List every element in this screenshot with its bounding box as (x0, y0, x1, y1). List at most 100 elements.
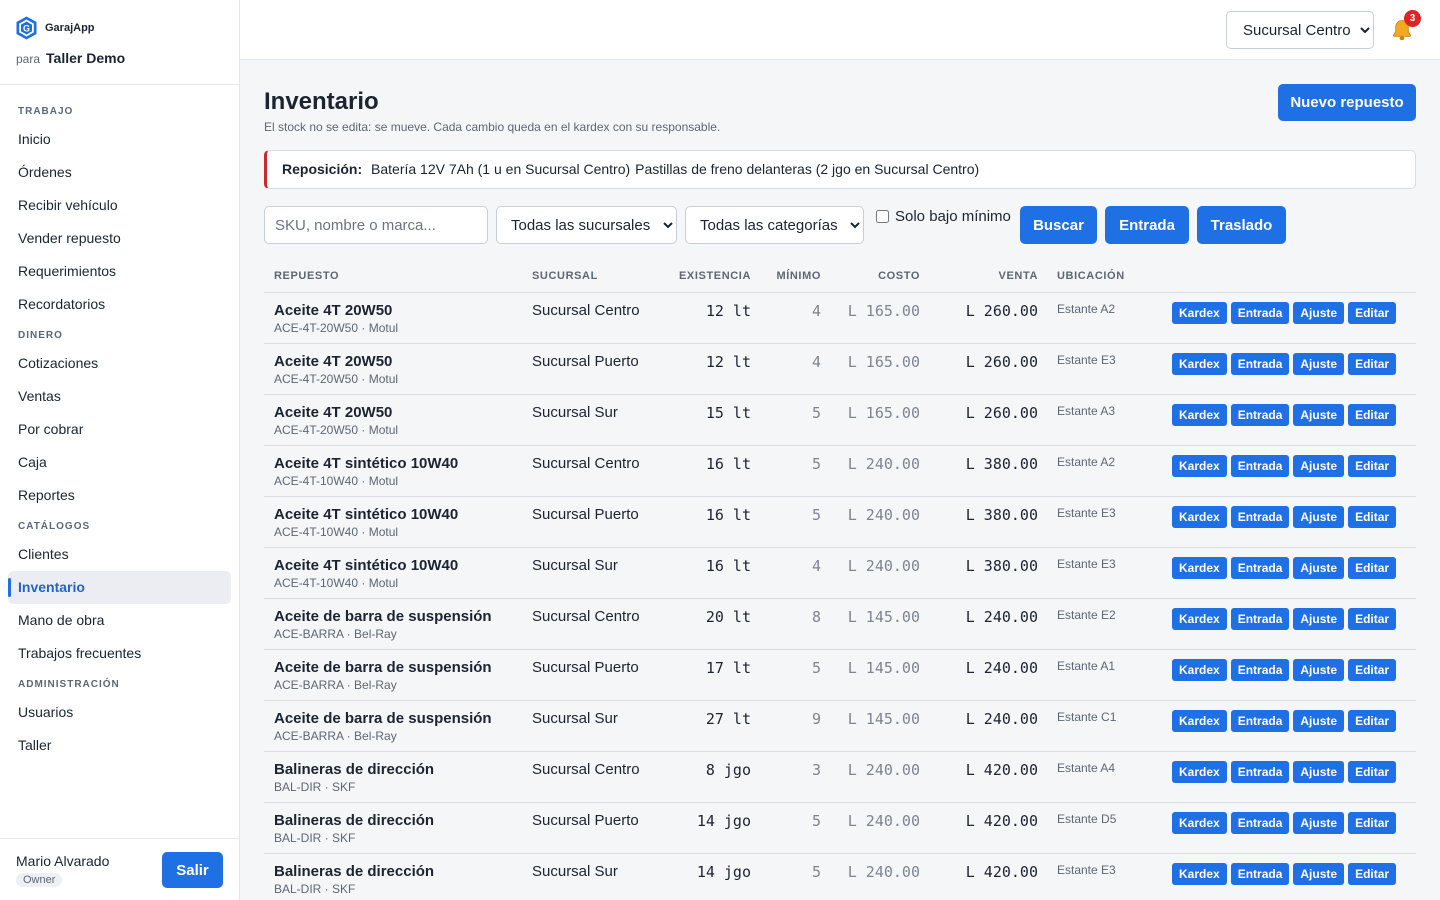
below-min-toggle[interactable]: Solo bajo mínimo (876, 208, 1011, 225)
part-sku: BAL-DIR · SKF (274, 780, 356, 794)
entry-button[interactable]: Entrada (1230, 302, 1290, 324)
adjust-button[interactable]: Ajuste (1293, 761, 1345, 783)
edit-button[interactable]: Editar (1348, 557, 1397, 579)
new-part-button[interactable]: Nuevo repuesto (1278, 84, 1416, 121)
edit-button[interactable]: Editar (1348, 659, 1397, 681)
sidebar-item[interactable]: Clientes (8, 538, 231, 571)
part-name: Aceite 4T 20W50 (274, 404, 393, 421)
kardex-button[interactable]: Kardex (1172, 659, 1227, 681)
adjust-button[interactable]: Ajuste (1293, 710, 1345, 732)
sidebar-item[interactable]: Vender repuesto (8, 222, 231, 255)
search-button[interactable]: Buscar (1020, 206, 1097, 244)
sidebar-item[interactable]: Ventas (8, 380, 231, 413)
sidebar-item[interactable]: Reportes (8, 479, 231, 512)
sidebar-item[interactable]: Trabajos frecuentes (8, 637, 231, 670)
edit-button[interactable]: Editar (1348, 404, 1397, 426)
stock-transfer-button[interactable]: Traslado (1197, 206, 1286, 244)
entry-button[interactable]: Entrada (1230, 404, 1290, 426)
kardex-button[interactable]: Kardex (1172, 710, 1227, 732)
kardex-button[interactable]: Kardex (1172, 455, 1227, 477)
edit-button[interactable]: Editar (1348, 761, 1397, 783)
stock-entry-button[interactable]: Entrada (1105, 206, 1189, 244)
adjust-button[interactable]: Ajuste (1293, 455, 1345, 477)
adjust-button[interactable]: Ajuste (1293, 557, 1345, 579)
table-row: Aceite 4T 20W50 ACE-4T-20W50 · Motul Sucur… (264, 395, 1416, 446)
kardex-button[interactable]: Kardex (1172, 506, 1227, 528)
part-cost: L 165.00 (847, 353, 920, 371)
kardex-button[interactable]: Kardex (1172, 761, 1227, 783)
entry-button[interactable]: Entrada (1230, 659, 1290, 681)
kardex-button[interactable]: Kardex (1172, 302, 1227, 324)
edit-button[interactable]: Editar (1348, 710, 1397, 732)
entry-button[interactable]: Entrada (1230, 353, 1290, 375)
restock-alert-item: Pastillas de freno delanteras (2 jgo en … (635, 161, 980, 177)
kardex-button[interactable]: Kardex (1172, 353, 1227, 375)
sidebar-item[interactable]: Caja (8, 446, 231, 479)
part-cost: L 145.00 (847, 608, 920, 626)
adjust-button[interactable]: Ajuste (1293, 404, 1345, 426)
brand-taller-name: Taller Demo (46, 50, 126, 66)
part-price: L 260.00 (965, 353, 1038, 371)
adjust-button[interactable]: Ajuste (1293, 608, 1345, 630)
sidebar-item[interactable]: Inventario (8, 571, 231, 604)
part-cost: L 240.00 (847, 761, 920, 779)
entry-button[interactable]: Entrada (1230, 455, 1290, 477)
entry-button[interactable]: Entrada (1230, 710, 1290, 732)
adjust-button[interactable]: Ajuste (1293, 353, 1345, 375)
edit-button[interactable]: Editar (1348, 812, 1397, 834)
part-location: Estante A3 (1057, 404, 1116, 418)
adjust-button[interactable]: Ajuste (1293, 506, 1345, 528)
kardex-button[interactable]: Kardex (1172, 608, 1227, 630)
entry-button[interactable]: Entrada (1230, 557, 1290, 579)
kardex-button[interactable]: Kardex (1172, 557, 1227, 579)
sidebar-item[interactable]: Órdenes (8, 156, 231, 189)
part-name: Balineras de dirección (274, 812, 435, 829)
sidebar-item[interactable]: Usuarios (8, 696, 231, 729)
kardex-button[interactable]: Kardex (1172, 404, 1227, 426)
part-branch: Sucursal Puerto (532, 812, 639, 829)
branch-filter-select[interactable]: Todas las sucursales (496, 206, 677, 244)
adjust-button[interactable]: Ajuste (1293, 812, 1345, 834)
entry-button[interactable]: Entrada (1230, 761, 1290, 783)
sidebar-item[interactable]: Mano de obra (8, 604, 231, 637)
below-min-checkbox[interactable] (876, 210, 889, 223)
page-title: Inventario (264, 88, 379, 115)
sidebar-item[interactable]: Cotizaciones (8, 347, 231, 380)
entry-button[interactable]: Entrada (1230, 863, 1290, 885)
part-sku: ACE-4T-10W40 · Motul (274, 576, 399, 590)
edit-button[interactable]: Editar (1348, 506, 1397, 528)
column-header: VENTA (998, 270, 1038, 282)
kardex-button[interactable]: Kardex (1172, 812, 1227, 834)
kardex-button[interactable]: Kardex (1172, 863, 1227, 885)
page-subtitle: El stock no se edita: se mueve. Cada cam… (264, 120, 721, 134)
row-actions: Kardex Entrada Ajuste Editar (1172, 863, 1397, 885)
category-filter-select[interactable]: Todas las categorías (685, 206, 864, 244)
sidebar-item[interactable]: Recibir vehículo (8, 189, 231, 222)
search-input[interactable] (264, 206, 488, 244)
entry-button[interactable]: Entrada (1230, 812, 1290, 834)
part-stock: 15 lt (705, 404, 751, 422)
edit-button[interactable]: Editar (1348, 608, 1397, 630)
part-sku: ACE-4T-20W50 · Motul (274, 423, 399, 437)
adjust-button[interactable]: Ajuste (1293, 863, 1345, 885)
restock-alert-item: Batería 12V 7Ah (1 u en Sucursal Centro) (371, 161, 631, 177)
table-row: Aceite 4T sintético 10W40 ACE-4T-10W40 · … (264, 548, 1416, 599)
edit-button[interactable]: Editar (1348, 302, 1397, 324)
entry-button[interactable]: Entrada (1230, 506, 1290, 528)
branch-selector[interactable]: Sucursal Centro (1226, 11, 1374, 49)
entry-button[interactable]: Entrada (1230, 608, 1290, 630)
edit-button[interactable]: Editar (1348, 863, 1397, 885)
logout-button[interactable]: Salir (162, 852, 223, 888)
sidebar-item[interactable]: Por cobrar (8, 413, 231, 446)
sidebar-item[interactable]: Requerimientos (8, 255, 231, 288)
adjust-button[interactable]: Ajuste (1293, 302, 1345, 324)
part-name: Aceite 4T sintético 10W40 (274, 455, 459, 472)
edit-button[interactable]: Editar (1348, 455, 1397, 477)
row-actions: Kardex Entrada Ajuste Editar (1172, 761, 1397, 783)
part-cost: L 240.00 (847, 455, 920, 473)
adjust-button[interactable]: Ajuste (1293, 659, 1345, 681)
sidebar-item[interactable]: Taller (8, 729, 231, 762)
sidebar-item[interactable]: Recordatorios (8, 288, 231, 321)
edit-button[interactable]: Editar (1348, 353, 1397, 375)
sidebar-item[interactable]: Inicio (8, 123, 231, 156)
